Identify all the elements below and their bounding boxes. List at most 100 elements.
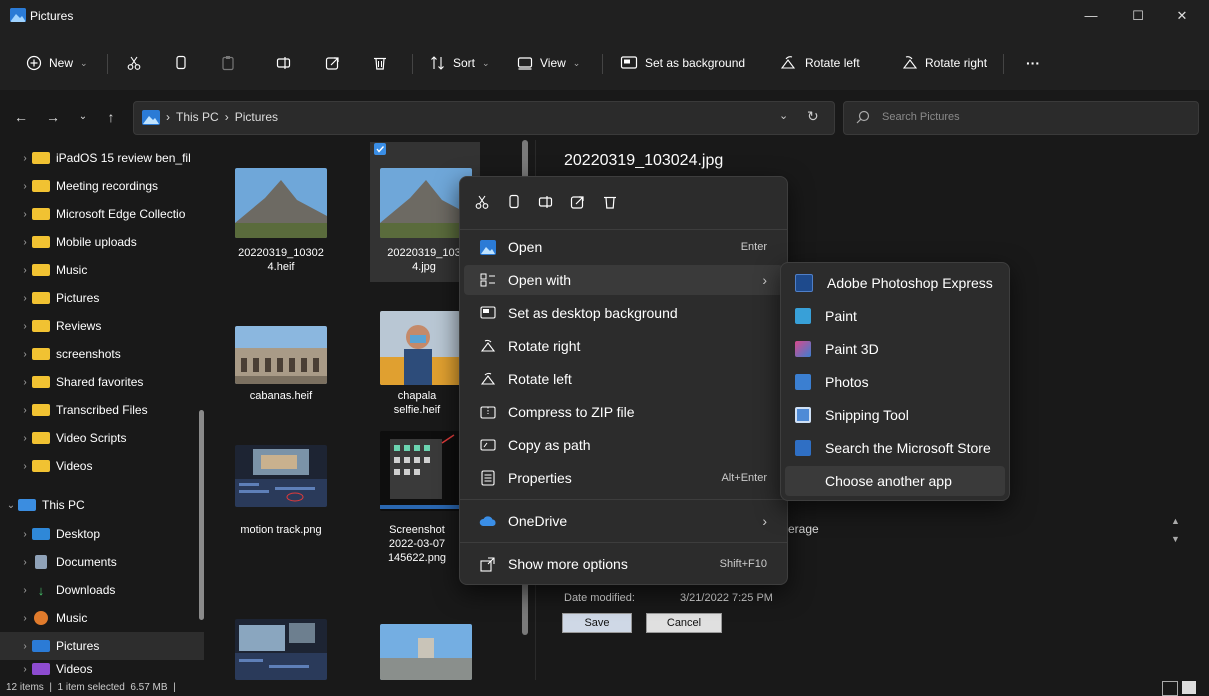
navigation-pane: › iPadOS 15 review ben_fil › Meeting rec…: [0, 140, 210, 680]
back-arrow-icon[interactable]: ←: [12, 108, 30, 126]
menu-item-copy-as-path[interactable]: Copy as path: [464, 430, 783, 460]
sidebar-item-shared-favorites[interactable]: › Shared favorites: [0, 368, 218, 396]
up-arrow-icon[interactable]: ↑: [102, 108, 120, 126]
thumbnail-screenshot[interactable]: [380, 431, 460, 511]
open-with-choose-another-app[interactable]: Choose another app: [785, 466, 1005, 496]
videos-icon: [32, 663, 50, 675]
save-button[interactable]: Save: [562, 613, 632, 633]
sidebar-item-desktop[interactable]: › Desktop: [0, 520, 218, 548]
sidebar-item-pictures-folder[interactable]: › Pictures: [0, 284, 218, 312]
minimize-button[interactable]: —: [1081, 8, 1101, 24]
refresh-icon[interactable]: ↻: [807, 108, 819, 125]
cancel-button[interactable]: Cancel: [646, 613, 722, 633]
selection-checkbox[interactable]: [374, 143, 386, 155]
forward-arrow-icon[interactable]: →: [44, 108, 62, 126]
sidebar-item-video-scripts[interactable]: › Video Scripts: [0, 424, 218, 452]
menu-item-open[interactable]: Open Enter: [464, 232, 783, 262]
sidebar-item-documents[interactable]: › Documents: [0, 548, 218, 576]
toolbar-divider: [602, 54, 603, 74]
open-with-microsoft-store[interactable]: Search the Microsoft Store: [785, 433, 1005, 463]
sidebar-item-screenshots[interactable]: › screenshots: [0, 340, 218, 368]
chevron-right-icon: ›: [23, 584, 27, 596]
thumbnail-cabanas[interactable]: [235, 326, 327, 384]
delete-button[interactable]: [365, 44, 395, 82]
recent-chevron-down-icon[interactable]: ⌄: [74, 108, 92, 126]
context-share-icon[interactable]: [566, 191, 590, 213]
down-arrow-icon[interactable]: ▼: [1171, 534, 1180, 544]
expand-icon: [474, 556, 502, 572]
thumbnail-chapala-selfie[interactable]: [380, 311, 460, 385]
new-button[interactable]: New ⌄: [18, 44, 96, 82]
cut-button[interactable]: [118, 44, 150, 82]
view-button[interactable]: View ⌄: [509, 44, 588, 82]
sidebar-item-label: iPadOS 15 review ben_fil: [56, 151, 191, 165]
command-bar: New ⌄ Sort ⌄ View ⌄ Set as background Ro…: [0, 36, 1209, 91]
breadcrumb-this-pc[interactable]: This PC: [176, 110, 219, 124]
set-as-background-button[interactable]: Set as background: [612, 44, 753, 82]
sidebar-item-ipados-review[interactable]: › iPadOS 15 review ben_fil: [0, 144, 218, 172]
close-button[interactable]: ✕: [1172, 8, 1192, 24]
menu-item-open-with[interactable]: Open with ›: [464, 265, 783, 295]
menu-item-compress-zip[interactable]: Compress to ZIP file: [464, 397, 783, 427]
open-with-photos[interactable]: Photos: [785, 367, 1005, 397]
paste-button[interactable]: [213, 44, 243, 82]
address-dropdown-chevron-icon[interactable]: ⌄: [779, 109, 788, 122]
menu-item-show-more-options[interactable]: Show more options Shift+F10: [464, 549, 783, 579]
thumbnail-video-edit[interactable]: [235, 619, 327, 680]
details-view-icon[interactable]: [1162, 681, 1178, 696]
sidebar-item-downloads[interactable]: › ↓ Downloads: [0, 576, 218, 604]
rotate-left-button[interactable]: Rotate left: [772, 44, 868, 82]
sidebar-item-meeting-recordings[interactable]: › Meeting recordings: [0, 172, 218, 200]
share-button[interactable]: [317, 44, 349, 82]
thumbnail-motion-track[interactable]: [235, 445, 327, 507]
open-with-snipping-tool[interactable]: Snipping Tool: [785, 400, 1005, 430]
sidebar-item-transcribed-files[interactable]: › Transcribed Files: [0, 396, 218, 424]
sidebar-item-label: Reviews: [56, 319, 102, 333]
rename-button[interactable]: [268, 44, 300, 82]
more-options-button[interactable]: ···: [1018, 44, 1048, 82]
sidebar-item-videos-folder[interactable]: › Videos: [0, 452, 218, 480]
folder-icon: [32, 376, 50, 388]
sidebar-item-reviews[interactable]: › Reviews: [0, 312, 218, 340]
thumbnail-monument[interactable]: [380, 624, 472, 680]
sidebar-item-mobile-uploads[interactable]: › Mobile uploads: [0, 228, 218, 256]
breadcrumb-pictures[interactable]: Pictures: [235, 110, 278, 124]
tiles-view-icon[interactable]: [1182, 681, 1196, 694]
sort-button[interactable]: Sort ⌄: [422, 44, 498, 82]
rotate-right-button[interactable]: Rotate right: [892, 44, 995, 82]
sidebar-item-videos[interactable]: › Videos: [0, 659, 218, 679]
sidebar-scrollbar[interactable]: [199, 410, 204, 620]
sidebar-item-music[interactable]: › Music: [0, 604, 218, 632]
context-copy-icon[interactable]: [502, 191, 526, 213]
chevron-right-icon: ›: [23, 460, 27, 472]
photos-icon: [795, 374, 811, 390]
folder-icon: [32, 208, 50, 220]
open-with-paint[interactable]: Paint: [785, 301, 1005, 331]
sidebar-item-edge-collections[interactable]: › Microsoft Edge Collectio: [0, 200, 218, 228]
menu-item-rotate-left[interactable]: Rotate left: [464, 364, 783, 394]
open-with-paint-3d[interactable]: Paint 3D: [785, 334, 1005, 364]
thumbnail-mountain-heif[interactable]: [235, 168, 327, 238]
open-with-adobe-photoshop-express[interactable]: Adobe Photoshop Express: [785, 268, 1005, 298]
maximize-button[interactable]: ☐: [1128, 8, 1148, 24]
address-bar[interactable]: › This PC › Pictures ⌄ ↻: [133, 101, 835, 135]
context-delete-icon[interactable]: [598, 191, 622, 213]
up-arrow-icon[interactable]: ▲: [1171, 516, 1180, 526]
sidebar-item-pictures[interactable]: › Pictures: [0, 632, 204, 660]
search-box[interactable]: Search Pictures: [843, 101, 1199, 135]
rename-icon: [276, 55, 292, 71]
copy-button[interactable]: [166, 44, 196, 82]
folder-icon: [32, 460, 50, 472]
sort-label: Sort: [453, 56, 476, 70]
search-icon: [856, 110, 870, 124]
context-cut-icon[interactable]: [470, 191, 494, 213]
menu-item-properties[interactable]: Properties Alt+Enter: [464, 463, 783, 493]
pictures-folder-icon: [142, 110, 160, 125]
context-rename-icon[interactable]: [534, 191, 558, 213]
menu-item-rotate-right[interactable]: Rotate right: [464, 331, 783, 361]
menu-item-set-desktop-background[interactable]: Set as desktop background: [464, 298, 783, 328]
menu-item-onedrive[interactable]: OneDrive ›: [464, 506, 783, 536]
sidebar-item-music-folder[interactable]: › Music: [0, 256, 218, 284]
chevron-right-icon: ›: [762, 513, 767, 529]
sidebar-item-this-pc[interactable]: ⌄ This PC: [0, 491, 204, 519]
